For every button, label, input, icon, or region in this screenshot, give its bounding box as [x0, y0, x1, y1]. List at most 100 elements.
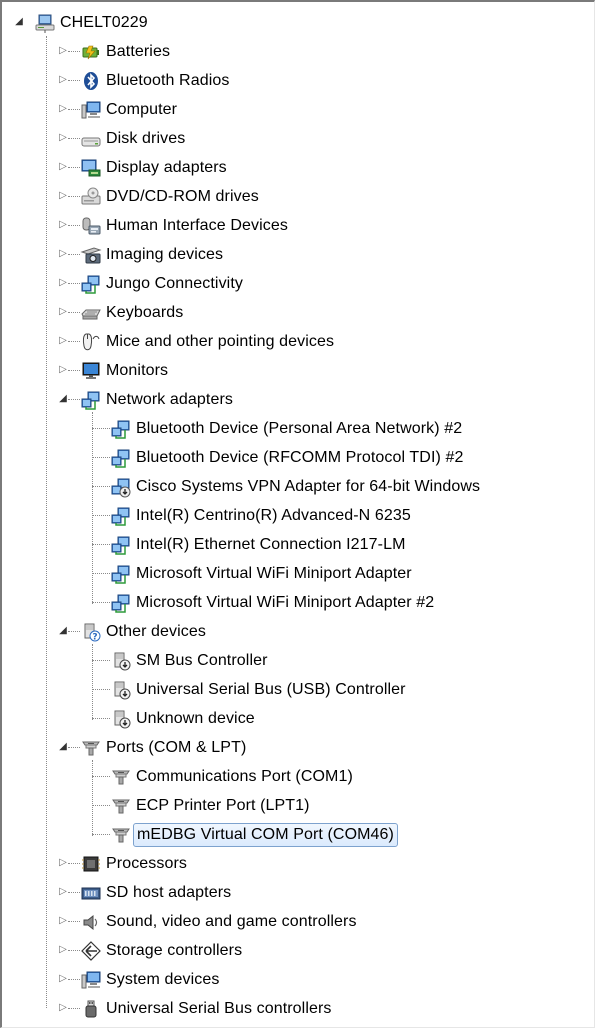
network-icon	[110, 447, 132, 469]
tree-connector-line	[92, 660, 110, 661]
expand-arrow-icon[interactable]: ▷	[58, 191, 68, 201]
category-label: Universal Serial Bus controllers	[106, 1000, 332, 1017]
tree-connector-line	[68, 109, 80, 110]
expand-arrow-icon[interactable]: ▷	[58, 887, 68, 897]
category-other-devices[interactable]: ◢? Other devices	[2, 617, 597, 646]
category-label: Network adapters	[106, 391, 233, 408]
tree-connector-line	[92, 718, 110, 719]
tree-connector-line	[68, 312, 80, 313]
category-monitors[interactable]: ▷ Monitors	[2, 356, 597, 385]
category-disk-drives[interactable]: ▷ Disk drives	[2, 124, 597, 153]
tree-connector-line	[68, 1008, 80, 1009]
collapse-arrow-icon[interactable]: ◢	[58, 626, 68, 636]
category-display-adapters[interactable]: ▷ Display adapters	[2, 153, 597, 182]
collapse-arrow-icon[interactable]: ◢	[14, 17, 24, 27]
network-icon	[80, 273, 102, 295]
category-storage-controllers[interactable]: ▷ Storage controllers	[2, 936, 597, 965]
category-processors[interactable]: ▷ Processors	[2, 849, 597, 878]
disk-drive-icon	[80, 128, 102, 150]
expand-arrow-icon[interactable]: ▷	[58, 336, 68, 346]
category-human-interface-devices[interactable]: ▷ Human Interface Devices	[2, 211, 597, 240]
tree-root-node[interactable]: ◢ CHELT0229	[2, 8, 597, 37]
tree-connector-line	[68, 80, 80, 81]
tree-connector-line	[92, 805, 110, 806]
monitor-icon	[80, 360, 102, 382]
expand-arrow-icon[interactable]: ▷	[58, 75, 68, 85]
category-computer[interactable]: ▷ Computer	[2, 95, 597, 124]
tree-connector-line	[68, 399, 80, 400]
category-dvd-cd-rom-drives[interactable]: ▷ DVD/CD-ROM drives	[2, 182, 597, 211]
expand-arrow-icon[interactable]: ▷	[58, 916, 68, 926]
category-label: Bluetooth Radios	[106, 72, 230, 89]
device-cisco-systems-vpn-adapter-for-64-bit-windows[interactable]: Cisco Systems VPN Adapter for 64-bit Win…	[2, 472, 597, 501]
device-microsoft-virtual-wifi-miniport-adapter[interactable]: Microsoft Virtual WiFi Miniport Adapter	[2, 559, 597, 588]
expand-arrow-icon[interactable]: ▷	[58, 249, 68, 259]
category-label: DVD/CD-ROM drives	[106, 188, 259, 205]
expand-arrow-icon[interactable]: ▷	[58, 46, 68, 56]
expand-arrow-icon[interactable]: ▷	[58, 162, 68, 172]
expand-arrow-icon[interactable]: ▷	[58, 133, 68, 143]
device-microsoft-virtual-wifi-miniport-adapter-2[interactable]: Microsoft Virtual WiFi Miniport Adapter …	[2, 588, 597, 617]
category-jungo-connectivity[interactable]: ▷ Jungo Connectivity	[2, 269, 597, 298]
category-keyboards[interactable]: ▷ Keyboards	[2, 298, 597, 327]
tree-connector-line	[68, 341, 80, 342]
category-imaging-devices[interactable]: ▷ Imaging devices	[2, 240, 597, 269]
device-intel-r-ethernet-connection-i217-lm[interactable]: Intel(R) Ethernet Connection I217-LM	[2, 530, 597, 559]
unknown-device-icon: ?	[80, 621, 102, 643]
device-universal-serial-bus-usb-controller[interactable]: Universal Serial Bus (USB) Controller	[2, 675, 597, 704]
category-network-adapters[interactable]: ◢ Network adapters	[2, 385, 597, 414]
processor-icon	[80, 853, 102, 875]
tree-connector-line	[92, 602, 110, 603]
port-icon	[110, 824, 132, 846]
category-mice-and-other-pointing-devices[interactable]: ▷ Mice and other pointing devices	[2, 327, 597, 356]
category-system-devices[interactable]: ▷ System devices	[2, 965, 597, 994]
category-sound-video-and-game-controllers[interactable]: ▷ Sound, video and game controllers	[2, 907, 597, 936]
category-label: Disk drives	[106, 130, 186, 147]
expand-arrow-icon[interactable]: ▷	[58, 974, 68, 984]
collapse-arrow-icon[interactable]: ◢	[58, 742, 68, 752]
battery-icon	[80, 41, 102, 63]
device-manager-tree-panel: ◢ CHELT0229 ▷ Batteries ▷ Bluetooth Radios ▷ Co…	[0, 0, 595, 1028]
category-ports-com-lpt[interactable]: ◢ Ports (COM & LPT)	[2, 733, 597, 762]
network-icon	[80, 389, 102, 411]
device-label: Bluetooth Device (RFCOMM Protocol TDI) #…	[136, 449, 464, 466]
device-communications-port-com1[interactable]: Communications Port (COM1)	[2, 762, 597, 791]
tree-connector-line	[68, 892, 80, 893]
expand-arrow-icon[interactable]: ▷	[58, 278, 68, 288]
mouse-icon	[80, 331, 102, 353]
category-sd-host-adapters[interactable]: ▷ SD host adapters	[2, 878, 597, 907]
network-icon	[110, 505, 132, 527]
category-bluetooth-radios[interactable]: ▷ Bluetooth Radios	[2, 66, 597, 95]
expand-arrow-icon[interactable]: ▷	[58, 307, 68, 317]
category-label: Storage controllers	[106, 942, 243, 959]
tree-connector-line	[92, 457, 110, 458]
device-bluetooth-device-personal-area-network-2[interactable]: Bluetooth Device (Personal Area Network)…	[2, 414, 597, 443]
computer-icon	[80, 969, 102, 991]
usb-icon	[80, 998, 102, 1020]
imaging-device-icon	[80, 244, 102, 266]
category-label: Mice and other pointing devices	[106, 333, 335, 350]
category-batteries[interactable]: ▷ Batteries	[2, 37, 597, 66]
expand-arrow-icon[interactable]: ▷	[58, 220, 68, 230]
device-sm-bus-controller[interactable]: SM Bus Controller	[2, 646, 597, 675]
tree-connector-line	[68, 921, 80, 922]
expand-arrow-icon[interactable]: ▷	[58, 1003, 68, 1013]
tree-connector-line	[68, 863, 80, 864]
expand-arrow-icon[interactable]: ▷	[58, 858, 68, 868]
category-label: System devices	[106, 971, 220, 988]
tree-connector-line	[92, 428, 110, 429]
device-bluetooth-device-rfcomm-protocol-tdi-2[interactable]: Bluetooth Device (RFCOMM Protocol TDI) #…	[2, 443, 597, 472]
expand-arrow-icon[interactable]: ▷	[58, 104, 68, 114]
network-icon	[110, 534, 132, 556]
unknown-device-warning-icon	[110, 679, 132, 701]
device-unknown-device[interactable]: Unknown device	[2, 704, 597, 733]
device-medbg-virtual-com-port-com46[interactable]: mEDBG Virtual COM Port (COM46)	[2, 820, 597, 849]
expand-arrow-icon[interactable]: ▷	[58, 945, 68, 955]
device-ecp-printer-port-lpt1[interactable]: ECP Printer Port (LPT1)	[2, 791, 597, 820]
collapse-arrow-icon[interactable]: ◢	[58, 394, 68, 404]
expand-arrow-icon[interactable]: ▷	[58, 365, 68, 375]
tree-connector-line	[68, 979, 80, 980]
category-label: Batteries	[106, 43, 171, 60]
device-intel-r-centrino-r-advanced-n-6235[interactable]: Intel(R) Centrino(R) Advanced-N 6235	[2, 501, 597, 530]
category-universal-serial-bus-controllers[interactable]: ▷ Universal Serial Bus controllers	[2, 994, 597, 1023]
